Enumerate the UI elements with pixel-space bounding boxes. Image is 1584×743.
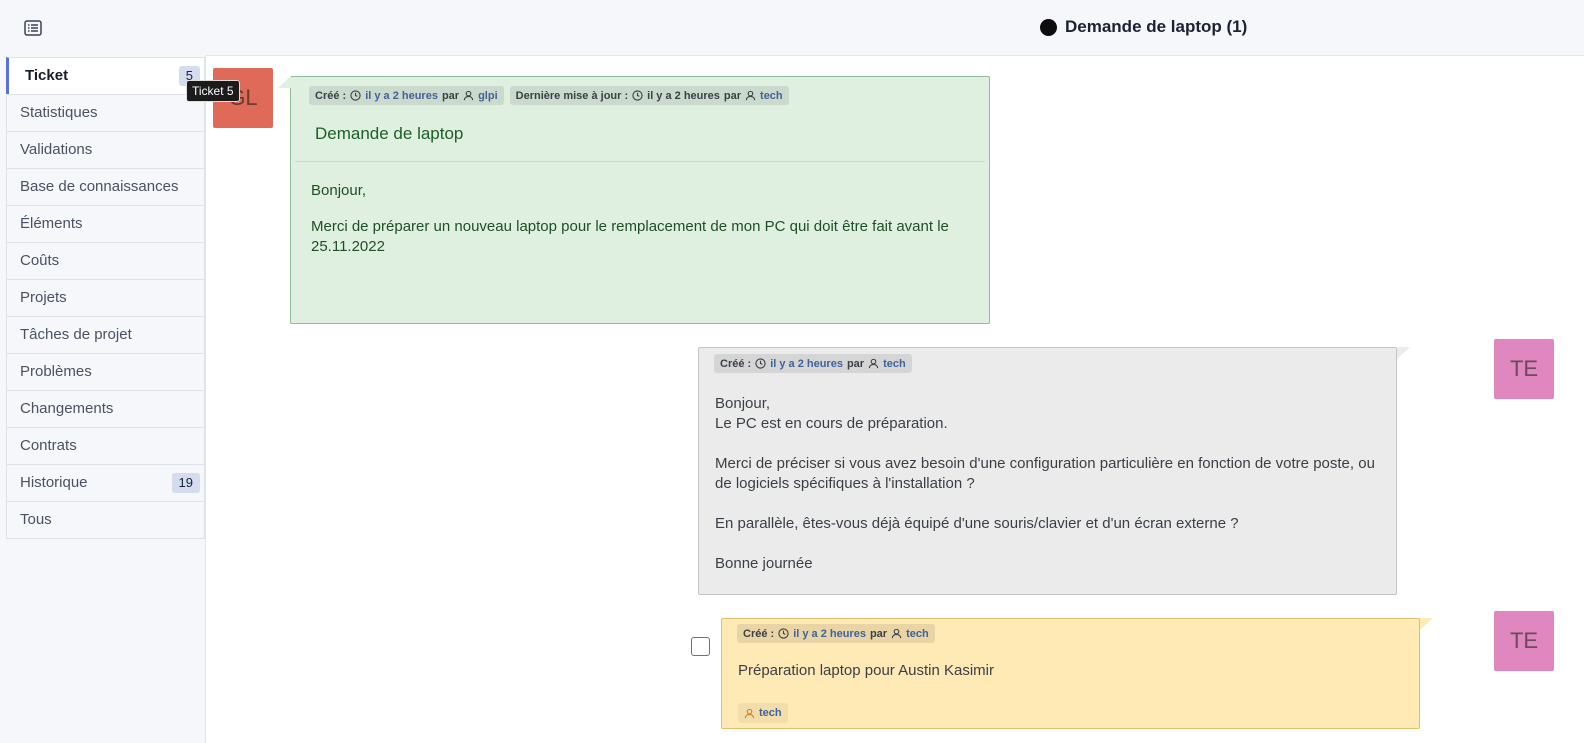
updater-link[interactable]: tech [760, 90, 783, 102]
sidebar-item-projets[interactable]: Projets [6, 279, 205, 316]
ticket-body-line: Bonjour, [311, 182, 367, 199]
sidebar-item-label: Éléments [20, 215, 83, 232]
clock-icon [350, 90, 361, 101]
user-icon [744, 708, 755, 718]
followup-item: Créé : il y a 2 heures par tech Bonjour,… [698, 347, 1410, 595]
page-title-wrap: Demande de laptop (1) [1040, 17, 1247, 37]
created-chip: Créé : il y a 2 heures par tech [737, 624, 935, 643]
ticket-description: Créé : il y a 2 heures par glpi Dernière… [278, 76, 990, 324]
sidebar-item-ticket[interactable]: Ticket 5 [6, 57, 205, 94]
created-chip: Créé : il y a 2 heures par tech [714, 354, 912, 373]
sidebar-item-changements[interactable]: Changements [6, 390, 205, 427]
followup-body-line: Merci de préciser si vous avez besoin d'… [715, 455, 1375, 472]
followup-body-line: En parallèle, êtes-vous déjà équipé d'un… [715, 515, 1239, 532]
bubble-arrow [1420, 618, 1433, 630]
ticket-body-line: 25.11.2022 [311, 238, 385, 255]
status-circle-icon [1040, 18, 1057, 36]
divider [295, 161, 985, 162]
by-label: par [869, 627, 888, 640]
task-content: Préparation laptop pour Austin Kasimir [738, 662, 994, 679]
user-icon [891, 628, 902, 639]
top-bar: Demande de laptop (1) [0, 0, 1584, 56]
user-icon [868, 358, 879, 369]
created-chip: Créé : il y a 2 heures par glpi [309, 86, 504, 105]
sidebar-item-label: Changements [20, 400, 114, 417]
created-label: Créé : [315, 89, 347, 102]
updated-time: il y a 2 heures [647, 89, 720, 102]
sidebar-item-label: Ticket [25, 67, 69, 84]
list-icon[interactable] [24, 20, 42, 36]
sidebar-item-label: Base de connaissances [20, 178, 179, 195]
sidebar-item-elements[interactable]: Éléments [6, 205, 205, 242]
tooltip: Ticket 5 [186, 80, 240, 102]
sidebar-item-label: Tous [20, 511, 52, 528]
created-time-link[interactable]: il y a 2 heures [770, 358, 843, 370]
sidebar-item-label: Historique [20, 474, 88, 491]
avatar: TE [1494, 339, 1554, 399]
sidebar-item-problemes[interactable]: Problèmes [6, 353, 205, 390]
avatar: TE [1494, 611, 1554, 671]
followup-meta: Créé : il y a 2 heures par tech [714, 354, 912, 373]
sidebar-item-label: Projets [20, 289, 67, 306]
ticket-body-line: Merci de préparer un nouveau laptop pour… [311, 218, 949, 235]
created-time-link[interactable]: il y a 2 heures [793, 628, 866, 640]
sidebar-item-label: Validations [20, 141, 93, 158]
created-time-link[interactable]: il y a 2 heures [365, 90, 438, 102]
followup-body-line: Le PC est en cours de préparation. [715, 415, 948, 432]
by-label: par [846, 357, 865, 370]
sidebar-item-taches-projet[interactable]: Tâches de projet [6, 316, 205, 353]
created-label: Créé : [743, 627, 775, 640]
page-title: Demande de laptop (1) [1065, 17, 1248, 36]
ticket-title: Demande de laptop [315, 124, 464, 143]
clock-icon [632, 90, 643, 101]
updated-chip: Dernière mise à jour : il y a 2 heures p… [509, 86, 789, 105]
sidebar: Ticket 5 Statistiques Validations Base d… [0, 55, 206, 743]
sidebar-item-statistiques[interactable]: Statistiques [6, 94, 205, 131]
by-label: par [441, 89, 460, 102]
bubble-arrow [1397, 347, 1410, 359]
task-item: Créé : il y a 2 heures par tech Préparat… [721, 618, 1433, 729]
user-icon [745, 90, 756, 101]
ticket-meta: Créé : il y a 2 heures par glpi Dernière… [309, 86, 789, 105]
followup-body-line: de logiciels spécifiques à l'installatio… [715, 475, 975, 492]
sidebar-item-historique[interactable]: Historique 19 [6, 464, 205, 501]
sidebar-item-label: Tâches de projet [20, 326, 132, 343]
sidebar-item-label: Statistiques [20, 104, 98, 121]
clock-icon [755, 358, 766, 369]
sidebar-item-tous[interactable]: Tous [6, 501, 205, 539]
sidebar-item-label: Problèmes [20, 363, 92, 380]
sidebar-item-contrats[interactable]: Contrats [6, 427, 205, 464]
sidebar-item-label: Contrats [20, 437, 77, 454]
author-link[interactable]: tech [906, 628, 929, 640]
task-done-checkbox[interactable] [691, 637, 710, 656]
sidebar-list: Ticket 5 Statistiques Validations Base d… [6, 57, 205, 539]
sidebar-item-validations[interactable]: Validations [6, 131, 205, 168]
sidebar-item-knowledge-base[interactable]: Base de connaissances [6, 168, 205, 205]
bubble-arrow [278, 76, 291, 88]
sidebar-item-label: Coûts [20, 252, 60, 269]
followup-body-line: Bonjour, [715, 395, 771, 412]
sidebar-item-couts[interactable]: Coûts [6, 242, 205, 279]
clock-icon [778, 628, 789, 639]
author-link[interactable]: tech [883, 358, 906, 370]
task-meta: Créé : il y a 2 heures par tech [737, 624, 935, 643]
count-badge: 19 [171, 473, 200, 493]
followup-body-line: Bonne journée [715, 555, 813, 572]
assigned-user-link[interactable]: tech [759, 707, 782, 719]
created-label: Créé : [720, 357, 752, 370]
by-label: par [723, 89, 742, 102]
assigned-user-chip: tech [738, 703, 788, 723]
user-icon [463, 90, 474, 101]
author-link[interactable]: glpi [478, 90, 498, 102]
updated-label: Dernière mise à jour : [515, 89, 629, 102]
